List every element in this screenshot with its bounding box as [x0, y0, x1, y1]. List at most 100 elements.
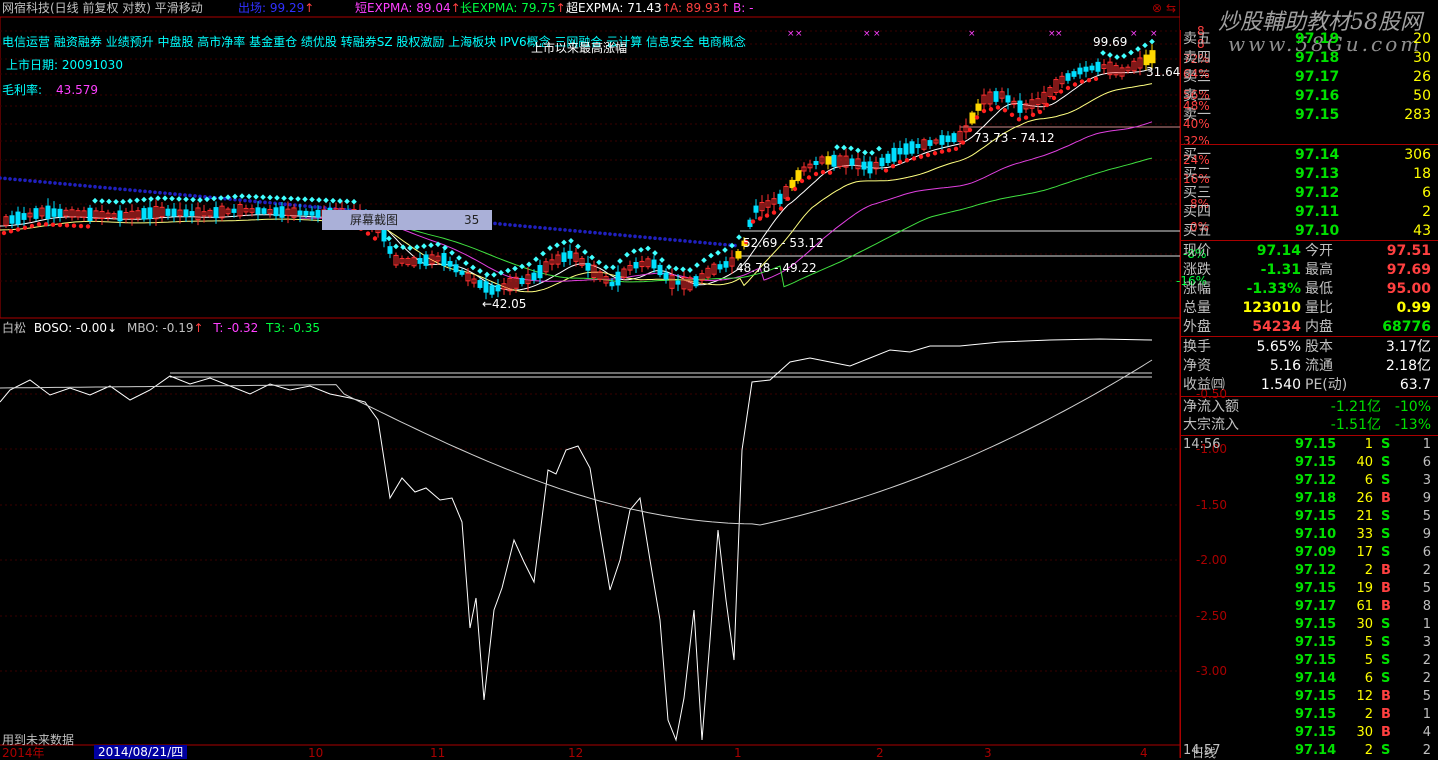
candle-body [945, 135, 951, 143]
tick-row[interactable]: 97.17 61 B 8 [1181, 598, 1438, 616]
tick-row[interactable]: 97.15 40 S 6 [1181, 454, 1438, 472]
tick-row[interactable]: 97.15 12 B 5 [1181, 688, 1438, 706]
tick-count: 9 [1422, 491, 1431, 506]
tick-row[interactable]: 97.18 26 B 9 [1181, 490, 1438, 508]
tick-volume: 17 [1356, 545, 1373, 560]
tick-row[interactable]: 14:57 97.14 2 S 2 [1181, 742, 1438, 760]
buy-signal-dot [764, 213, 770, 218]
flow-separator [1181, 396, 1438, 397]
low-annotation: ←42.05 [482, 297, 527, 311]
sell-signal-dot [267, 194, 273, 201]
short-expma-label: 短EXPMA: 89.04↑ [355, 1, 461, 15]
stat-value-2: 63.7 [1399, 377, 1431, 393]
tick-side: S [1381, 617, 1391, 632]
tick-row[interactable]: 97.15 21 S 5 [1181, 508, 1438, 526]
trend-dot [68, 182, 72, 187]
buy-row[interactable]: 买一 97.14 306 [1181, 146, 1438, 164]
tick-row[interactable]: 97.15 19 B 5 [1181, 580, 1438, 598]
stat-row: 收益㈣ 1.540 PE(动) 63.7 [1181, 376, 1438, 394]
listing-date: 上市日期: 20091030 [6, 58, 123, 72]
buy-price: 97.12 [1295, 185, 1340, 201]
tick-row[interactable]: 97.15 2 B 1 [1181, 706, 1438, 724]
trend-dot [553, 227, 557, 231]
buy-signal-dot [890, 164, 896, 169]
sell-signal-dot [106, 198, 112, 205]
sell-signal-dot [540, 250, 546, 257]
tick-volume: 6 [1364, 671, 1373, 686]
tick-side: S [1381, 671, 1391, 686]
sell-row[interactable]: 卖二 97.16 50 [1181, 87, 1438, 105]
sell-row[interactable]: 卖一 97.15 283 [1181, 106, 1438, 124]
buy-signal-dot [904, 158, 910, 163]
trend-dot [513, 223, 517, 228]
sell-signal-dot [99, 198, 105, 204]
sell-signal-dot [624, 251, 630, 258]
candle-body [1083, 66, 1089, 72]
trend-dot [188, 193, 192, 198]
buy-row[interactable]: 买五 97.10 43 [1181, 222, 1438, 240]
tick-row[interactable]: 97.15 5 S 2 [1181, 652, 1438, 670]
tick-row[interactable]: 97.12 6 S 3 [1181, 472, 1438, 490]
tick-row[interactable]: 97.12 2 B 2 [1181, 562, 1438, 580]
switch-indicator-icon[interactable]: ⇆ [1166, 1, 1176, 15]
buy-volume: 2 [1422, 204, 1431, 220]
sell-signal-dot [386, 235, 392, 242]
buy-signal-dot [1044, 102, 1050, 108]
price-annotation-3: 48.78 - 49.22 [736, 261, 817, 275]
date-cursor: 2014/08/21/四 [94, 745, 188, 759]
tick-row[interactable]: 97.09 17 S 6 [1181, 544, 1438, 562]
candle-body [717, 264, 723, 270]
sell-row[interactable]: 卖三 97.17 26 [1181, 68, 1438, 86]
candle-body [975, 103, 982, 111]
sell-row[interactable]: 卖四 97.18 30 [1181, 49, 1438, 67]
tick-side: S [1381, 635, 1391, 650]
screenshot-box-value: 35 [464, 213, 480, 227]
quote-label-2: 量比 [1305, 300, 1333, 316]
candle-body [57, 208, 63, 217]
marker-x: × [1150, 29, 1158, 39]
sell-signal-dot [862, 149, 868, 156]
tick-row[interactable]: 97.10 33 S 9 [1181, 526, 1438, 544]
tick-row[interactable]: 97.15 30 S 1 [1181, 616, 1438, 634]
candle-body [87, 207, 93, 222]
buy-signal-dot [36, 222, 42, 227]
tick-row[interactable]: 97.15 30 B 4 [1181, 724, 1438, 742]
buy-signal-dot [64, 223, 70, 228]
sell-signal-dot [736, 234, 742, 241]
sell-volume: 20 [1413, 31, 1431, 47]
buy-row[interactable]: 买三 97.12 6 [1181, 184, 1438, 202]
sell-price: 97.16 [1295, 88, 1340, 104]
chart-area[interactable]: × × × × × × × × × 网宿科技(日线 前复权 对数) 平滑移动 出场: 99.29… [0, 0, 1227, 760]
tick-row[interactable]: 97.15 5 S 3 [1181, 634, 1438, 652]
buy-signal-dot [29, 223, 35, 229]
buy-signal-dot [946, 148, 952, 153]
trend-dot [658, 236, 662, 241]
tick-row[interactable]: 97.14 6 S 2 [1181, 670, 1438, 688]
trend-dot [193, 194, 197, 198]
trend-dot [648, 235, 652, 240]
trend-dot [708, 241, 712, 246]
buy-signal-dot [1065, 85, 1071, 91]
tick-row[interactable]: 14:56 97.15 1 S 1 [1181, 436, 1438, 454]
close-indicator-icon[interactable]: ⊗ [1152, 1, 1162, 15]
quote-row: 现价 97.14 今开 97.51 [1181, 242, 1438, 260]
trend-dot [48, 180, 52, 185]
screenshot-box[interactable]: 屏幕截图 35 [322, 210, 492, 230]
buy-row[interactable]: 买四 97.11 2 [1181, 203, 1438, 221]
trend-dot [713, 241, 717, 246]
candle-body [381, 228, 387, 242]
buy-label: 买二 [1183, 166, 1211, 182]
kline-chart[interactable]: × × × × × × × × × [0, 0, 1180, 758]
candle-body [45, 205, 51, 219]
buy-price: 97.13 [1295, 166, 1340, 182]
buy-row[interactable]: 买二 97.13 18 [1181, 165, 1438, 183]
trend-dot [133, 188, 137, 193]
sell-row[interactable]: 卖五 97.19 20 [1181, 30, 1438, 48]
trend-dot [533, 225, 537, 229]
buy-signal-dot [827, 170, 833, 175]
sell-signal-dot [239, 193, 245, 199]
buy-signal-dot [1009, 112, 1015, 118]
quote-value: 97.14 [1256, 243, 1301, 259]
quote-value-2: 97.69 [1386, 262, 1431, 278]
tick-count: 5 [1422, 509, 1431, 524]
